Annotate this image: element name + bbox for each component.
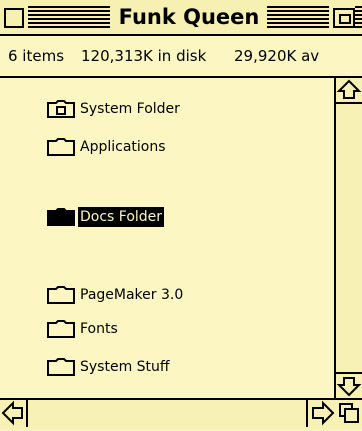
item-label: PageMaker 3.0 bbox=[80, 287, 184, 303]
item-label: Applications bbox=[80, 139, 166, 155]
close-box[interactable] bbox=[4, 8, 24, 28]
title-stripes-left bbox=[28, 6, 110, 28]
window-title: Funk Queen bbox=[116, 4, 262, 30]
list-item-fonts[interactable]: Fonts bbox=[46, 318, 120, 340]
folder-icon bbox=[46, 285, 76, 305]
folder-contents: System Folder Applications Docs Folder P… bbox=[0, 78, 336, 398]
disk-used: 120,313K in disk bbox=[81, 47, 207, 65]
list-item-system-folder[interactable]: System Folder bbox=[46, 98, 182, 120]
scroll-left-arrow-icon[interactable] bbox=[0, 400, 28, 427]
zoom-box[interactable] bbox=[333, 8, 355, 28]
item-count: 6 items bbox=[8, 47, 65, 65]
folder-icon bbox=[46, 207, 76, 227]
folder-icon bbox=[46, 319, 76, 339]
item-label: Docs Folder bbox=[78, 207, 165, 227]
finder-window: Funk Queen 6 items 120,313K in disk 29,9… bbox=[0, 0, 362, 429]
title-stripes-right bbox=[267, 6, 329, 28]
disk-available: 29,920K av bbox=[234, 47, 320, 65]
item-label: System Stuff bbox=[80, 359, 170, 375]
scroll-down-arrow-icon[interactable] bbox=[336, 372, 362, 398]
item-label: System Folder bbox=[80, 101, 180, 117]
scroll-right-arrow-icon[interactable] bbox=[306, 400, 336, 427]
vertical-scrollbar[interactable] bbox=[336, 78, 362, 398]
scroll-up-arrow-icon[interactable] bbox=[336, 78, 362, 104]
folder-icon bbox=[46, 357, 76, 377]
info-bar: 6 items 120,313K in disk 29,920K av bbox=[0, 36, 362, 78]
list-item-docs-folder[interactable]: Docs Folder bbox=[46, 206, 165, 228]
title-stripes-end bbox=[355, 6, 362, 28]
system-folder-icon bbox=[46, 99, 76, 119]
title-bar[interactable]: Funk Queen bbox=[0, 0, 362, 36]
list-item-pagemaker[interactable]: PageMaker 3.0 bbox=[46, 284, 185, 306]
horizontal-scrollbar[interactable] bbox=[0, 398, 338, 429]
item-label: Fonts bbox=[80, 321, 118, 337]
folder-icon bbox=[46, 137, 76, 157]
size-box-icon[interactable] bbox=[336, 398, 362, 429]
list-item-system-stuff[interactable]: System Stuff bbox=[46, 356, 172, 378]
list-item-applications[interactable]: Applications bbox=[46, 136, 168, 158]
